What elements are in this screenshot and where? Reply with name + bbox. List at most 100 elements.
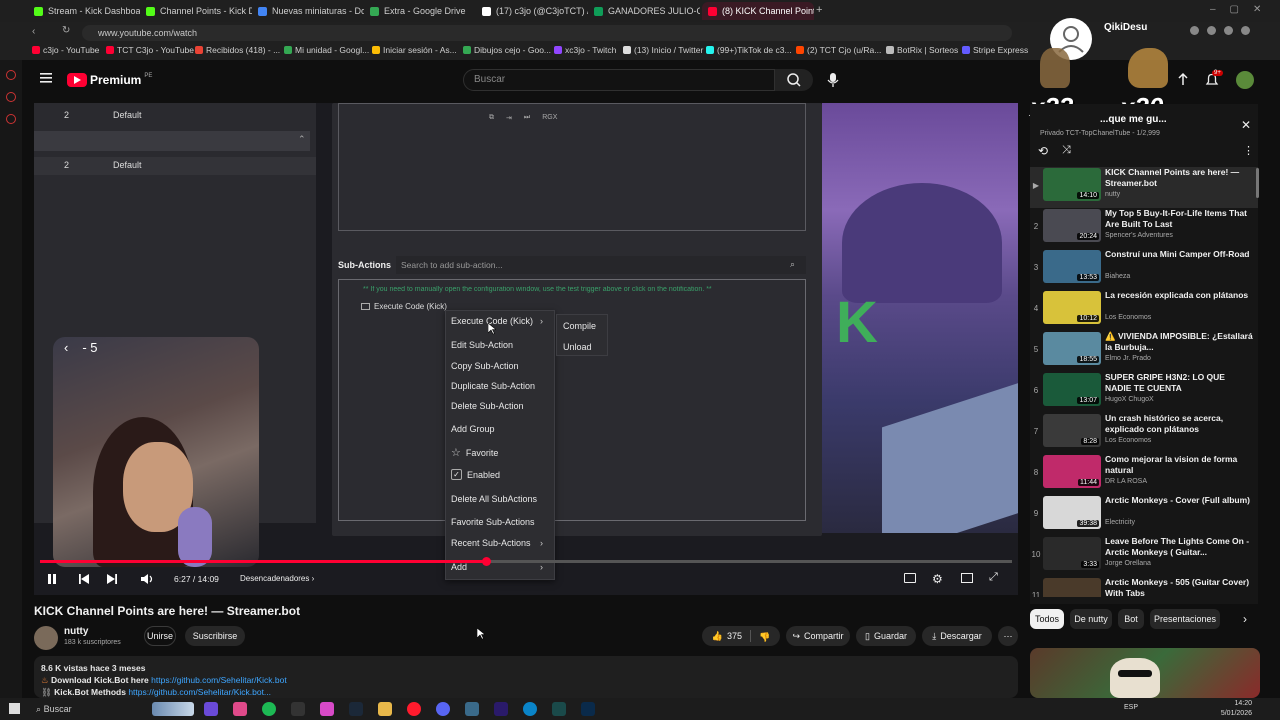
- search-input[interactable]: Buscar: [463, 69, 775, 91]
- comment-subaction[interactable]: ** If you need to manually open the conf…: [363, 286, 803, 293]
- sidebar-app-icon[interactable]: [6, 92, 16, 102]
- menu-item-favorite-subactions[interactable]: Favorite Sub-Actions: [451, 517, 535, 527]
- opera-icon[interactable]: [407, 702, 421, 716]
- playlist-scrollbar[interactable]: [1256, 168, 1259, 198]
- enter-icon[interactable]: ⇥: [506, 114, 512, 122]
- menu-item-copy-subaction[interactable]: Copy Sub-Action: [451, 361, 519, 371]
- browser-tab[interactable]: Nuevas miniaturas - Docu: [252, 2, 364, 20]
- bookmark[interactable]: Iniciar sesión - As...: [372, 45, 457, 55]
- channel-name[interactable]: nutty: [64, 626, 88, 637]
- chip-from-channel[interactable]: De nutty: [1070, 609, 1112, 629]
- window-controls[interactable]: –▢✕: [1210, 4, 1275, 15]
- playlist-item[interactable]: 2 20:24 My Top 5 Buy-It-For-Life Items T…: [1030, 208, 1258, 249]
- subaction-search-input[interactable]: Search to add sub-action...: [396, 256, 806, 274]
- section-header[interactable]: ⌃: [34, 131, 310, 151]
- chip-bot[interactable]: Bot: [1118, 609, 1144, 629]
- shuffle-icon[interactable]: ⤨: [1062, 144, 1071, 157]
- description-link[interactable]: https://github.com/Sehelitar/Kick.bot: [151, 675, 287, 685]
- browser-tab[interactable]: Extra - Google Drive: [364, 2, 476, 20]
- chip-all[interactable]: Todos: [1030, 609, 1064, 629]
- chevron-right-icon[interactable]: ›: [1243, 612, 1247, 626]
- app-icon[interactable]: [204, 702, 218, 716]
- thumbs-down-icon[interactable]: 👍: [759, 631, 770, 642]
- playlist-item[interactable]: 8 11:44 Como mejorar la vision de forma …: [1030, 454, 1258, 495]
- bookmark[interactable]: Recibidos (418) - ...: [195, 45, 280, 55]
- copy-icon[interactable]: ⧉: [489, 114, 494, 122]
- clock[interactable]: 14:20 5/01/2026: [1212, 699, 1252, 719]
- next-icon[interactable]: [106, 573, 118, 585]
- bookmark[interactable]: (99+)TikTok de c3...: [706, 45, 792, 55]
- video-description[interactable]: 8.6 K vistas hace 3 meses ♨ Download Kic…: [34, 656, 1018, 698]
- bookmark[interactable]: TCT C3jo - YouTube: [106, 45, 194, 55]
- playlist-item[interactable]: 7 8:28 Un crash histórico se acerca, exp…: [1030, 413, 1258, 454]
- close-icon[interactable]: ✕: [1241, 118, 1251, 132]
- browser-tab[interactable]: Stream - Kick Dashboard: [28, 2, 140, 20]
- browser-tab[interactable]: (17) c3jo (@C3joTCT) / X: [476, 2, 588, 20]
- channel-avatar[interactable]: [34, 626, 58, 650]
- bookmark[interactable]: Mi unidad - Googl...: [284, 45, 369, 55]
- sidebar-app-icon[interactable]: [6, 70, 16, 80]
- edge-icon[interactable]: [523, 702, 537, 716]
- miniplayer-icon[interactable]: [961, 573, 973, 583]
- extension-icon[interactable]: [1207, 26, 1216, 35]
- loop-icon[interactable]: ⟲: [1038, 144, 1048, 158]
- photoshop-icon[interactable]: [581, 702, 595, 716]
- settings-icon[interactable]: ⚙: [932, 572, 943, 586]
- chevron-up-icon[interactable]: ⌃: [298, 134, 306, 145]
- bookmark[interactable]: c3jo - YouTube: [32, 45, 99, 55]
- thumbs-up-icon[interactable]: 👍: [712, 631, 723, 642]
- bookmark[interactable]: Dibujos cejo - Goo...: [463, 45, 551, 55]
- avatar[interactable]: [1236, 71, 1254, 89]
- extension-icon[interactable]: [1241, 26, 1250, 35]
- language-indicator[interactable]: ESP: [1124, 704, 1138, 711]
- app-icon[interactable]: [552, 702, 566, 716]
- menu-item-enabled[interactable]: ✓ Enabled: [451, 469, 500, 480]
- file-explorer-icon[interactable]: [378, 702, 392, 716]
- menu-item-add-group[interactable]: Add Group: [451, 424, 495, 434]
- menu-icon[interactable]: [40, 73, 52, 83]
- menu-item-edit-subaction[interactable]: Edit Sub-Action: [451, 340, 513, 350]
- download-button[interactable]: ⤓ Descargar: [922, 626, 992, 646]
- browser-tab[interactable]: GANADORES JULIO-OCT: [588, 2, 700, 20]
- discord-icon[interactable]: [436, 702, 450, 716]
- playlist-item[interactable]: 10 3:33 Leave Before The Lights Come On …: [1030, 536, 1258, 577]
- app-icon[interactable]: [233, 702, 247, 716]
- subaction-item[interactable]: Execute Code (Kick): [361, 302, 447, 311]
- menu-item-duplicate-subaction[interactable]: Duplicate Sub-Action: [451, 381, 535, 391]
- reload-icon[interactable]: ↻: [62, 25, 70, 36]
- trigger-row[interactable]: 2 Default: [34, 107, 316, 125]
- subtitles-icon[interactable]: [904, 573, 916, 583]
- share-button[interactable]: ↪ Compartir: [786, 626, 850, 646]
- steam-icon[interactable]: [349, 702, 363, 716]
- checkbox-icon[interactable]: ✓: [451, 469, 462, 480]
- app-icon[interactable]: [291, 702, 305, 716]
- menu-item-compile[interactable]: Compile: [563, 321, 596, 331]
- fullscreen-icon[interactable]: ⤢: [989, 571, 998, 584]
- like-count[interactable]: 375: [727, 631, 742, 641]
- chip-presentations[interactable]: Presentaciones: [1150, 609, 1220, 629]
- menu-item-recent-subactions[interactable]: Recent Sub-Actions: [451, 538, 531, 548]
- browser-tab[interactable]: Channel Points - Kick Das: [140, 2, 252, 20]
- menu-item-unload[interactable]: Unload: [563, 342, 592, 352]
- browser-tab-active[interactable]: (8) KICK Channel Point: [702, 2, 814, 20]
- bookmark[interactable]: (2) TCT Cjo (u/Ra...: [796, 45, 881, 55]
- menu-item-delete-subaction[interactable]: Delete Sub-Action: [451, 401, 524, 411]
- playlist-item[interactable]: ▶ 14:10 KICK Channel Points are here! — …: [1030, 167, 1258, 208]
- premiere-icon[interactable]: [494, 702, 508, 716]
- playlist-item[interactable]: 3 13:53 Construí una Mini Camper Off-Roa…: [1030, 249, 1258, 290]
- windows-start-icon[interactable]: [9, 703, 20, 714]
- notifications-icon[interactable]: 9+: [1204, 70, 1223, 88]
- bookmark[interactable]: (13) Inicio / Twitter: [623, 45, 703, 55]
- description-link[interactable]: https://github.com/Sehelitar/Kick.bot...: [128, 687, 271, 697]
- spotify-icon[interactable]: [262, 702, 276, 716]
- recommended-thumbnail[interactable]: [1030, 648, 1260, 698]
- extension-icon[interactable]: [1190, 26, 1199, 35]
- bookmark[interactable]: Stripe Express: [962, 45, 1028, 55]
- menu-item-delete-all[interactable]: Delete All SubActions: [451, 494, 537, 504]
- bookmark[interactable]: xc3jo - Twitch: [554, 45, 616, 55]
- pause-icon[interactable]: [46, 573, 58, 585]
- previous-icon[interactable]: [78, 573, 90, 585]
- skip-icon[interactable]: ⏭: [524, 114, 530, 122]
- more-options-button[interactable]: ⋯: [998, 626, 1018, 646]
- menu-item-favorite[interactable]: ☆ Favorite: [451, 446, 498, 459]
